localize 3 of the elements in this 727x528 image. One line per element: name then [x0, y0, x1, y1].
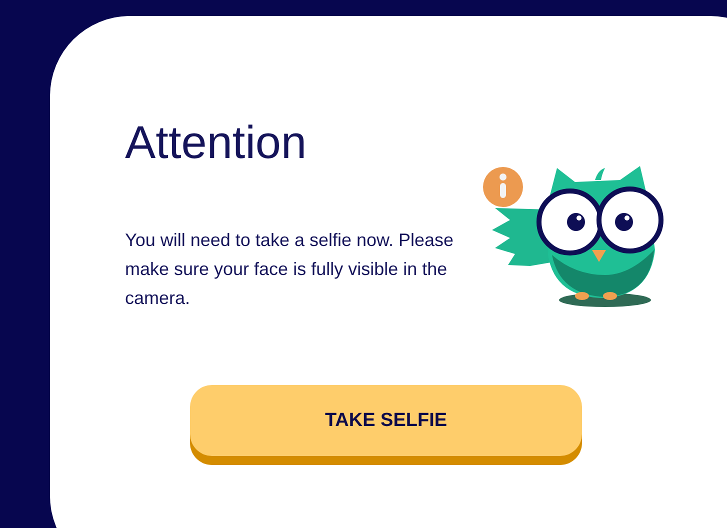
take-selfie-button[interactable]: TAKE SELFIE	[190, 385, 582, 465]
dialog-message: You will need to take a selfie now. Please make sure your face is fully visible in the camera.	[125, 229, 455, 310]
dialog-title: Attention	[125, 115, 308, 170]
